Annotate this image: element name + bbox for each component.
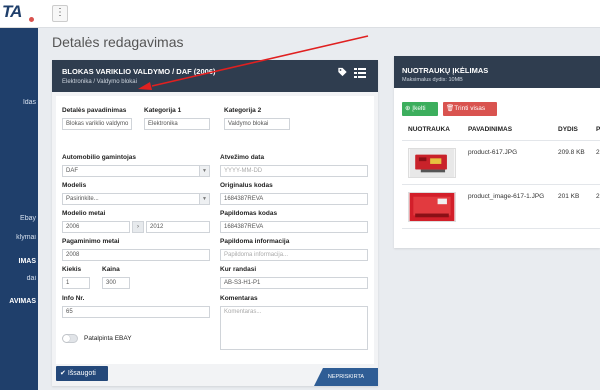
photo-panel-max-size: Maksimalus dydis: 10MB xyxy=(402,77,463,83)
model-year-to-input[interactable]: 2012 xyxy=(146,221,210,233)
part-category-path: Elektronika / Valdymo blokai xyxy=(62,79,137,85)
extra-info-input[interactable]: Papildoma informacija... xyxy=(220,249,368,261)
model-label: Modelis xyxy=(62,182,87,189)
original-code-input[interactable]: 1684387REVA xyxy=(220,193,368,205)
extra-code-label: Papildomas kodas xyxy=(220,210,278,217)
app-logo[interactable]: TA xyxy=(0,0,38,28)
delete-all-button-label: Trinti visas xyxy=(454,105,486,112)
column-header-name: PAVADINIMAS xyxy=(468,126,513,133)
chevron-down-icon: ▼ xyxy=(199,166,209,176)
status-badge: NEPRISKIRTA xyxy=(314,368,378,386)
arrival-date-input[interactable]: YYYY-MM-DD xyxy=(220,165,368,177)
part-form: Detalės pavadinimas Blokas variklio vald… xyxy=(56,96,374,364)
manufacturer-label: Automobilio gamintojas xyxy=(62,154,137,161)
photo-extra: 2 xyxy=(596,193,600,200)
name-input[interactable]: Blokas variklio valdymo xyxy=(62,118,132,130)
name-label: Detalės pavadinimas xyxy=(62,107,127,114)
location-input[interactable]: AB-S3-H1-P1 xyxy=(220,277,368,289)
sidebar-item-1[interactable]: ldas xyxy=(0,99,38,106)
model-value: Pasirinkite... xyxy=(66,196,99,202)
tag-icon[interactable] xyxy=(337,67,348,77)
model-year-from-input[interactable]: 2006 xyxy=(62,221,130,233)
category2-input[interactable]: Valdymo blokai xyxy=(224,118,290,130)
more-menu-icon[interactable]: ⋮ xyxy=(52,5,68,22)
quantity-label: Kiekis xyxy=(62,266,82,273)
part-edit-panel: BLOKAS VARIKLIO VALDYMO / DAF (2006) Ele… xyxy=(52,60,378,386)
photo-name: product_image-617-1.JPG xyxy=(468,193,545,200)
model-select[interactable]: Pasirinkite... ▼ xyxy=(62,193,210,205)
sidebar-item-2[interactable]: Ebay xyxy=(0,215,38,222)
comments-label: Komentaras xyxy=(220,295,258,302)
part-panel-body: Detalės pavadinimas Blokas variklio vald… xyxy=(52,92,378,386)
page-title: Detalės redagavimas xyxy=(52,34,184,50)
photo-extra: 2 xyxy=(596,149,600,156)
sidebar-item-4[interactable]: IMAS xyxy=(0,258,38,265)
sidebar-item-3[interactable]: klymai xyxy=(0,234,38,241)
upload-button-label: Įkelti xyxy=(412,105,426,112)
info-no-label: Info Nr. xyxy=(62,295,85,302)
extra-code-input[interactable]: 1684387REVA xyxy=(220,221,368,233)
category1-label: Kategorija 1 xyxy=(144,107,182,114)
quantity-input[interactable]: 1 xyxy=(62,277,90,289)
extra-info-label: Papildoma informacija xyxy=(220,238,290,245)
save-icon: ✔ xyxy=(60,370,68,377)
category1-input[interactable]: Elektronika xyxy=(144,118,210,130)
photo-size: 209.8 KB xyxy=(558,149,585,156)
production-year-input[interactable]: 2008 xyxy=(62,249,210,261)
photo-thumbnail[interactable] xyxy=(408,148,456,178)
sidebar: TA ldas Ebay klymai IMAS dai AVIMAS xyxy=(0,0,38,390)
photo-size: 201 KB xyxy=(558,193,580,200)
logo-badge-icon xyxy=(28,16,35,23)
price-label: Kaina xyxy=(102,266,120,273)
category2-label: Kategorija 2 xyxy=(224,107,262,114)
arrival-date-label: Atvežimo data xyxy=(220,154,265,161)
table-divider xyxy=(402,228,600,229)
table-divider xyxy=(402,184,600,185)
model-years-label: Modelio metai xyxy=(62,210,106,217)
ebay-toggle-label: Patalpinta EBAY xyxy=(84,335,132,342)
sidebar-item-6[interactable]: AVIMAS xyxy=(0,298,38,305)
location-label: Kur randasi xyxy=(220,266,257,273)
photo-name: product-617.JPG xyxy=(468,149,518,156)
list-icon[interactable] xyxy=(354,68,366,78)
info-no-input[interactable]: 65 xyxy=(62,306,210,318)
logo-text: TA xyxy=(2,2,22,21)
column-header-size: DYDIS xyxy=(558,126,578,133)
photo-thumbnail[interactable] xyxy=(408,192,456,222)
save-button-label: Išsaugoti xyxy=(67,370,96,377)
production-year-label: Pagaminimo metai xyxy=(62,238,120,245)
sidebar-item-5[interactable]: dai xyxy=(0,275,38,282)
delete-all-button[interactable]: 🗑Trinti visas xyxy=(443,102,497,116)
price-input[interactable]: 300 xyxy=(102,277,130,289)
table-divider xyxy=(402,140,600,141)
column-header-extra: P xyxy=(596,126,600,133)
chevron-down-icon: ▼ xyxy=(199,194,209,204)
photo-panel-header: NUOTRAUKŲ ĮKĖLIMAS Maksimalus dydis: 10M… xyxy=(394,56,600,88)
top-bar: ⋮ xyxy=(38,0,600,28)
column-header-photo: NUOTRAUKA xyxy=(408,126,450,133)
original-code-label: Originalus kodas xyxy=(220,182,273,189)
upload-button[interactable]: ⊕ Įkelti xyxy=(402,102,438,116)
manufacturer-select[interactable]: DAF ▼ xyxy=(62,165,210,177)
comments-textarea[interactable]: Komentaras... xyxy=(220,306,368,350)
part-panel-header: BLOKAS VARIKLIO VALDYMO / DAF (2006) Ele… xyxy=(52,60,378,92)
manufacturer-value: DAF xyxy=(66,168,78,174)
photo-upload-panel: NUOTRAUKŲ ĮKĖLIMAS Maksimalus dydis: 10M… xyxy=(394,56,600,248)
range-arrow-icon: › xyxy=(132,221,144,233)
ebay-toggle[interactable] xyxy=(62,334,78,343)
photo-panel-title: NUOTRAUKŲ ĮKĖLIMAS xyxy=(402,66,489,75)
save-button[interactable]: ✔ Išsaugoti xyxy=(56,366,108,381)
part-title: BLOKAS VARIKLIO VALDYMO / DAF (2006) xyxy=(62,67,216,76)
